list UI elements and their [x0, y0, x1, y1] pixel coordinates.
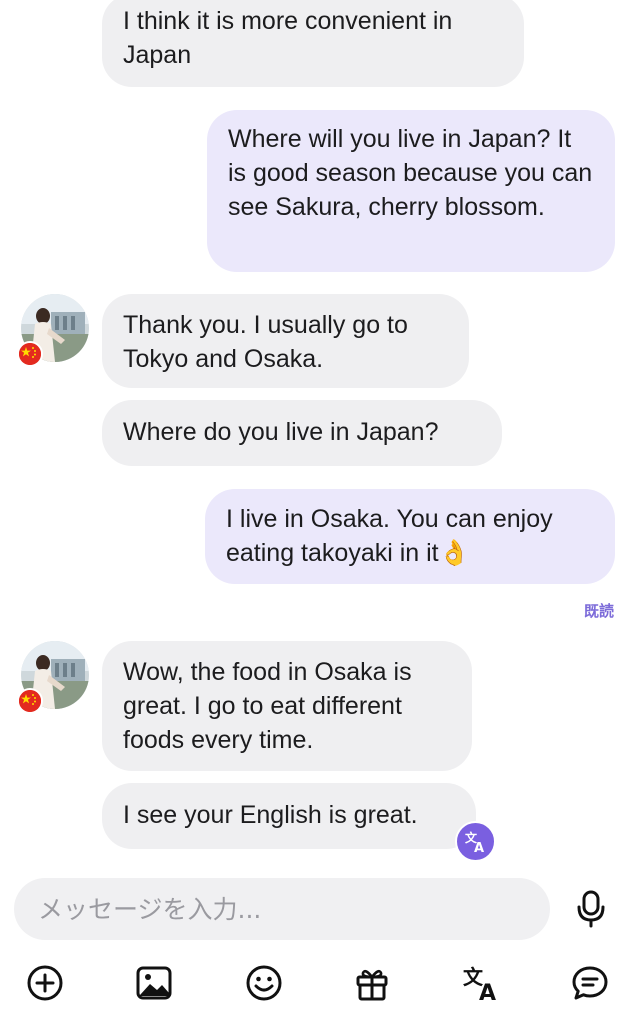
translate-icon: 文 A [463, 965, 496, 1002]
emoji-icon [246, 965, 282, 1001]
chat-bubble-icon [572, 966, 608, 1000]
message-text: Where will you live in Japan? It is good… [228, 125, 593, 221]
message-input[interactable] [36, 893, 528, 925]
gift-icon [356, 969, 388, 1001]
read-receipt: 既読 [583, 602, 614, 620]
message-text: Wow, the food in Osaka is great. I go to… [123, 658, 412, 754]
gift-button[interactable] [348, 959, 396, 1007]
message-bubble-incoming: Wow, the food in Osaka is great. I go to… [102, 641, 472, 771]
message-text: I see your English is great. [123, 801, 418, 829]
svg-text:A: A [474, 841, 484, 854]
svg-text:A: A [479, 981, 496, 1002]
plus-circle-icon [27, 965, 63, 1001]
message-bubble-incoming: I think it is more convenient in Japan [102, 0, 524, 87]
message-bubble-incoming: I see your English is great. [102, 783, 476, 849]
image-icon [136, 966, 172, 1000]
translate-button[interactable]: 文 A [458, 959, 506, 1007]
message-text: Where do you live in Japan? [123, 418, 439, 446]
translate-badge[interactable]: 文 A [455, 821, 496, 862]
china-flag-icon [17, 688, 43, 714]
message-text: Thank you. I usually go to Tokyo and Osa… [123, 311, 408, 373]
emoji-button[interactable] [240, 959, 288, 1007]
chat-screen: I think it is more convenient in Japan W… [0, 0, 636, 1024]
message-text: I live in Osaka. You can enjoy eating ta… [226, 505, 553, 567]
mic-button[interactable] [570, 888, 612, 930]
add-button[interactable] [21, 959, 69, 1007]
chat-button[interactable] [566, 959, 614, 1007]
translate-icon: 文 A [465, 830, 484, 854]
china-flag-icon [17, 341, 43, 367]
message-text: I think it is more convenient in Japan [123, 7, 453, 69]
message-bubble-incoming: Where do you live in Japan? [102, 400, 502, 466]
microphone-icon [577, 890, 605, 928]
message-bubble-outgoing: Where will you live in Japan? It is good… [207, 110, 615, 272]
message-composer [14, 878, 550, 940]
message-bubble-incoming: Thank you. I usually go to Tokyo and Osa… [102, 294, 469, 388]
bottom-toolbar: 文 A [0, 955, 636, 1010]
image-button[interactable] [130, 959, 178, 1007]
ok-hand-emoji: 👌 [438, 539, 470, 567]
message-bubble-outgoing: I live in Osaka. You can enjoy eating ta… [205, 489, 615, 584]
